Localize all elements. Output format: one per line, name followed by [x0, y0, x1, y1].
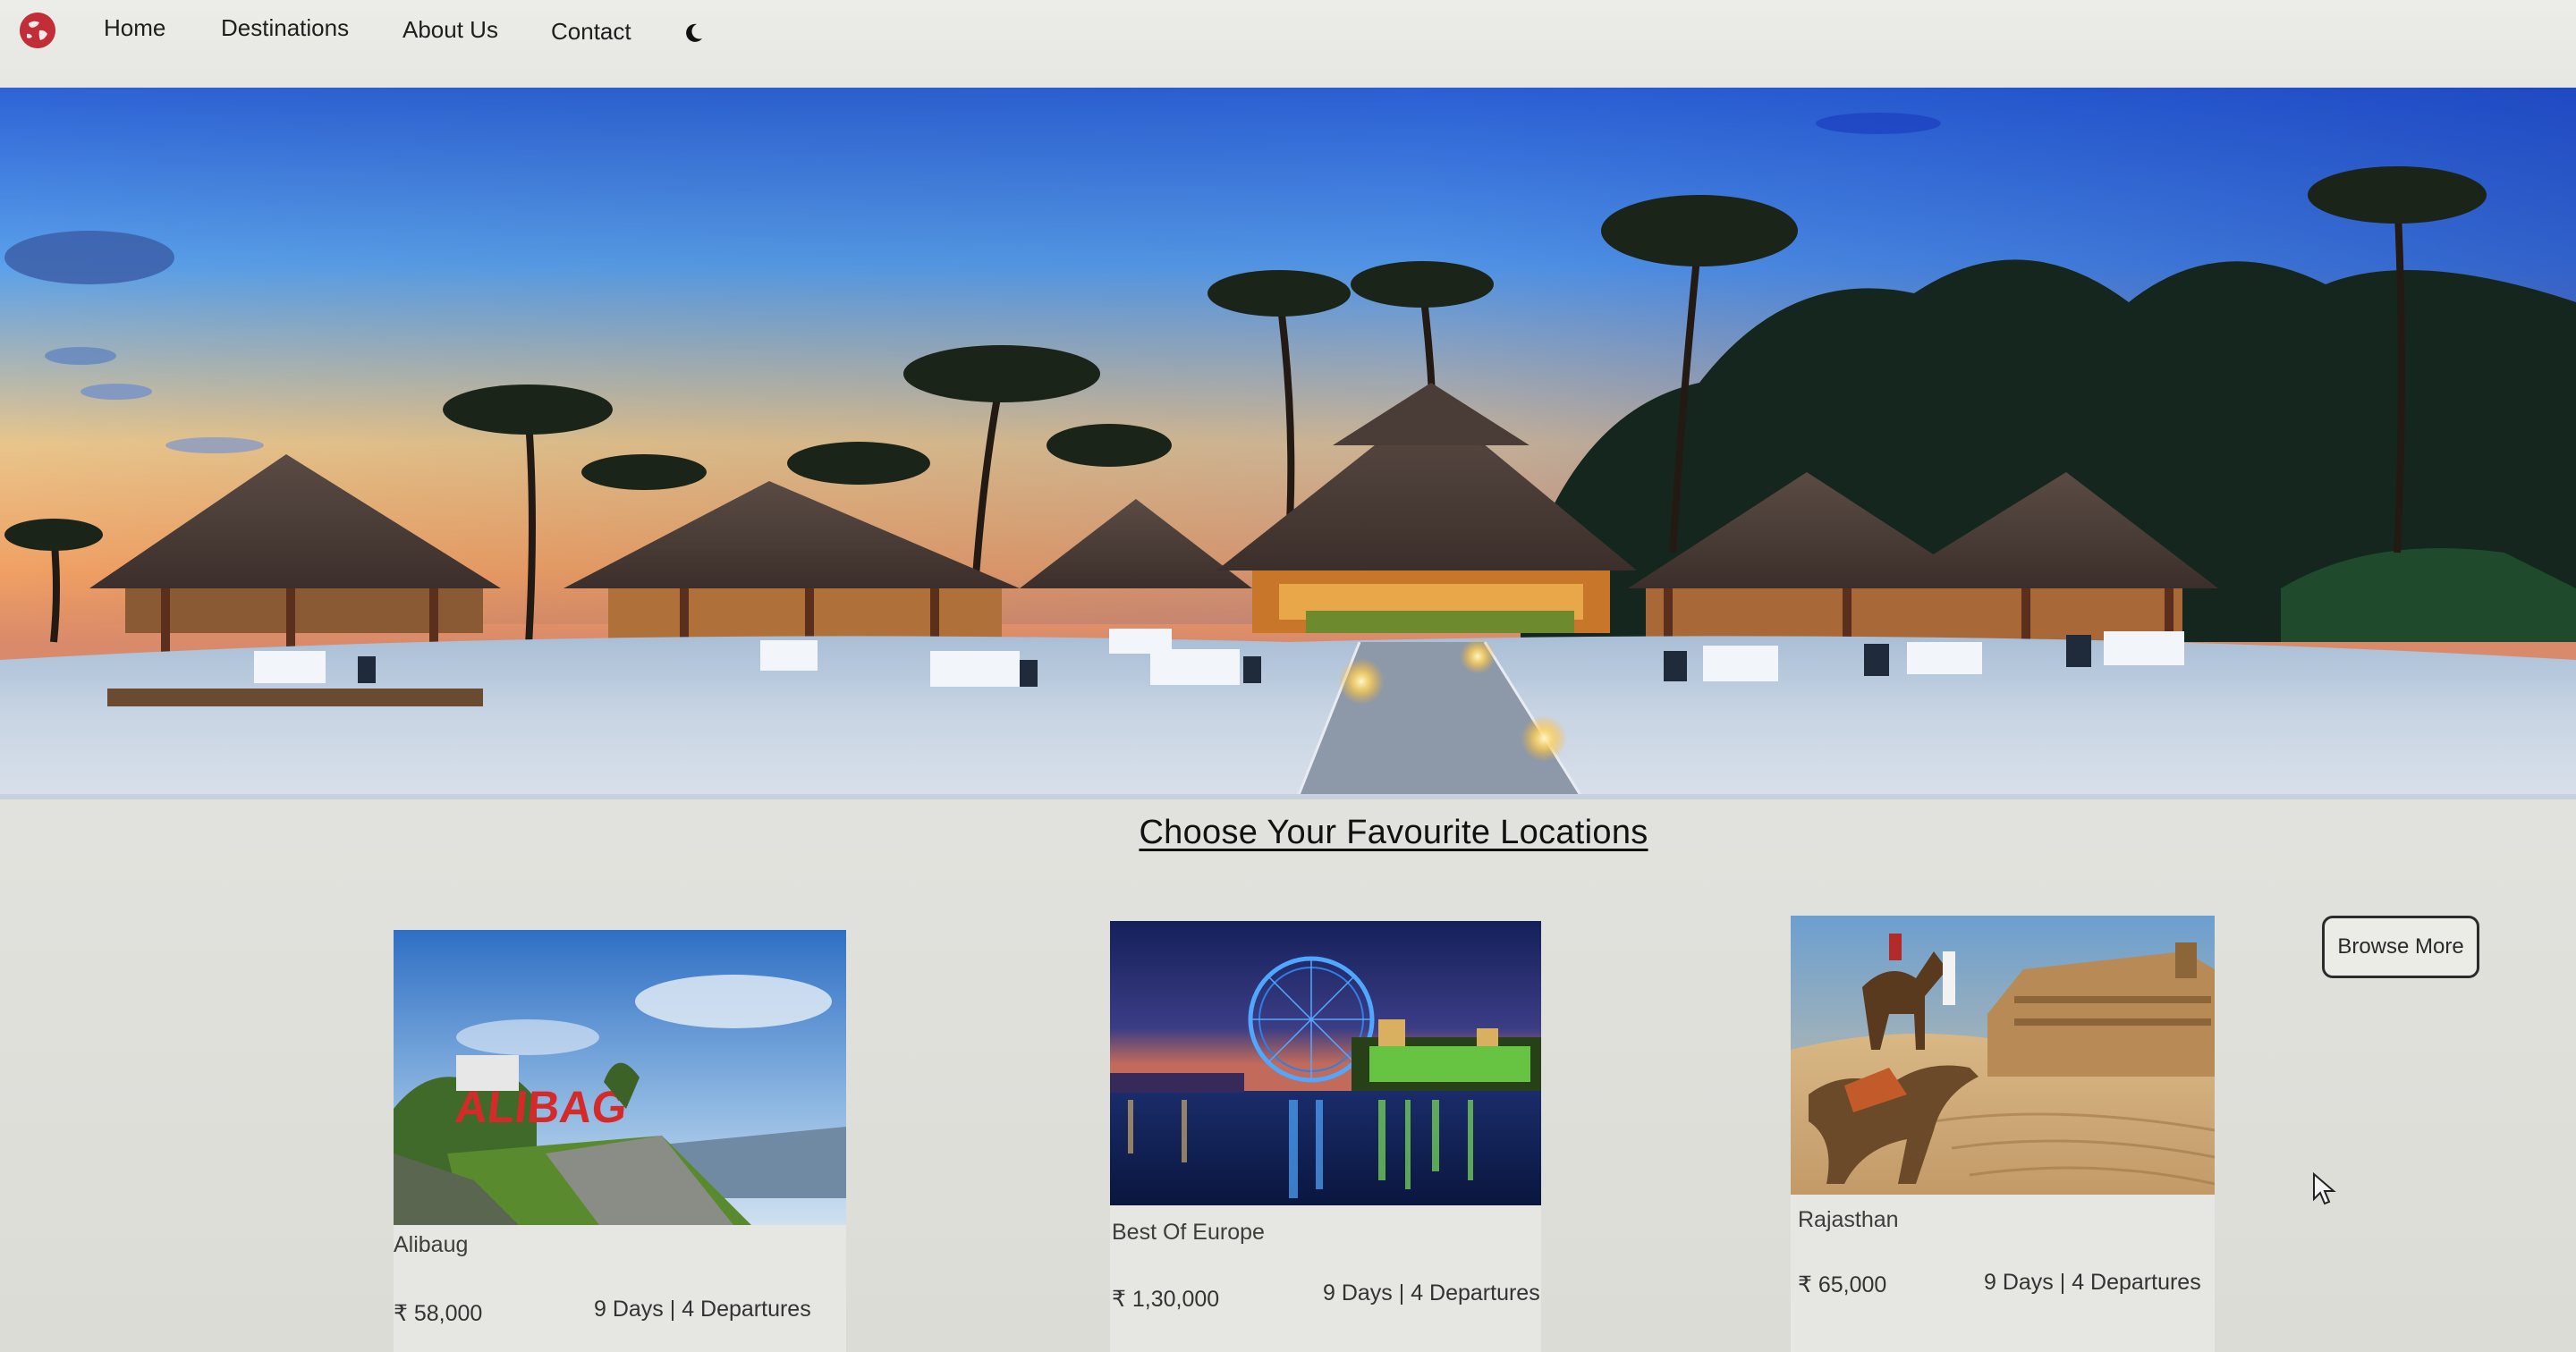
card-duration-departures: 9 Days | 4 Departures: [1323, 1280, 1540, 1306]
browse-more-button[interactable]: Browse More: [2322, 916, 2479, 978]
desert-camels-and-fort-image[interactable]: [1791, 916, 2215, 1195]
hero-banner-image: [0, 88, 2576, 799]
nav-link-contact[interactable]: Contact: [551, 18, 631, 46]
browser-screen: Home Destinations About Us Contact Choos…: [0, 0, 2576, 1352]
nav-link-destinations[interactable]: Destinations: [221, 14, 349, 42]
svg-text:ALIBAG: ALIBAG: [453, 1082, 629, 1132]
card-price: ₹ 65,000: [1798, 1272, 1887, 1297]
card-duration-departures: 9 Days | 4 Departures: [594, 1297, 811, 1322]
destination-card-best-of-europe[interactable]: Best Of Europe ₹ 1,30,000 9 Days | 4 Dep…: [1110, 921, 1541, 1352]
card-title: Best Of Europe: [1112, 1220, 1265, 1245]
destination-card-rajasthan[interactable]: Rajasthan ₹ 65,000 9 Days | 4 Departures: [1791, 916, 2215, 1352]
card-price: ₹ 1,30,000: [1112, 1287, 1220, 1312]
card-duration-departures: 9 Days | 4 Departures: [1984, 1270, 2201, 1295]
card-price: ₹ 58,000: [394, 1301, 483, 1326]
destination-card-alibaug[interactable]: ALIBAG Alibaug ₹ 58,000 9 Days | 4 Depar…: [394, 930, 846, 1352]
nav-link-about-us[interactable]: About Us: [402, 16, 498, 44]
nav-link-home[interactable]: Home: [104, 14, 165, 42]
alibaug-seaside-sign-image[interactable]: ALIBAG: [394, 930, 846, 1225]
top-navbar: Home Destinations About Us Contact: [0, 0, 2576, 92]
london-eye-at-night-image[interactable]: [1110, 921, 1541, 1205]
mouse-cursor-icon: [2311, 1171, 2338, 1207]
section-title: Choose Your Favourite Locations: [1139, 814, 1648, 851]
card-title: Alibaug: [394, 1232, 469, 1257]
card-title: Rajasthan: [1798, 1207, 1899, 1232]
globe-icon[interactable]: [20, 13, 55, 48]
moon-icon[interactable]: [682, 21, 705, 45]
